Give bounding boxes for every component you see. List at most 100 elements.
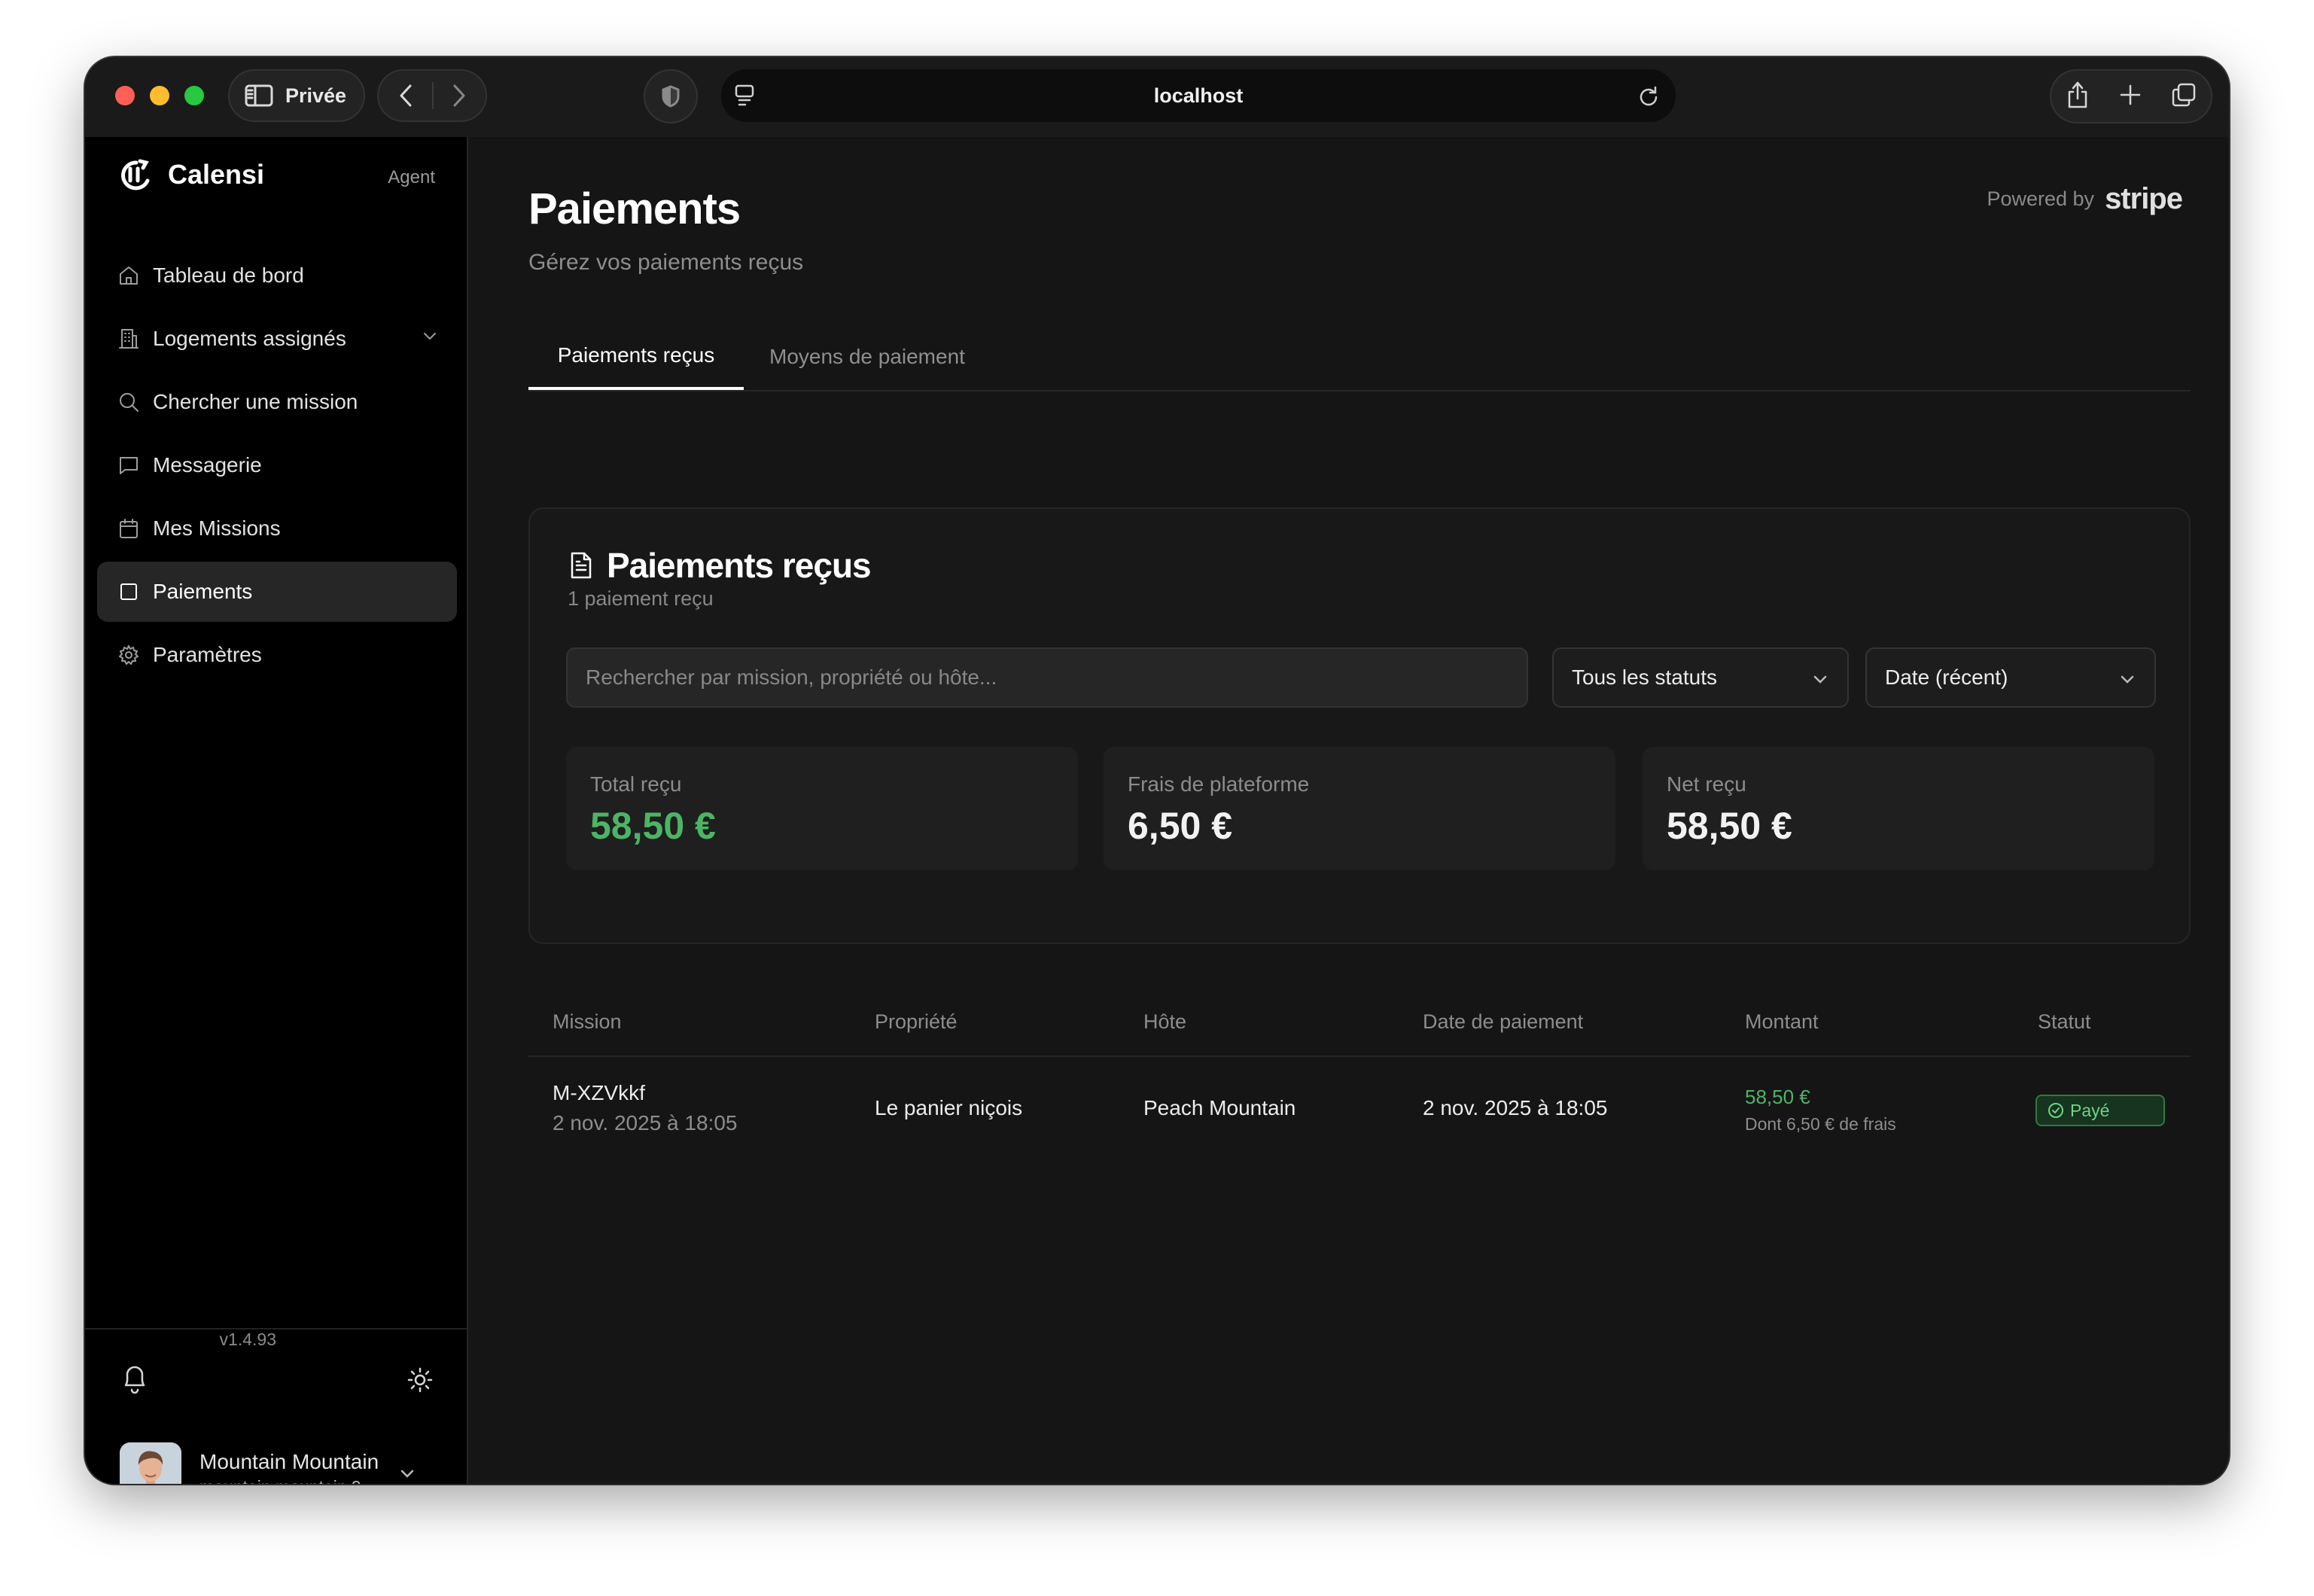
theme-toggle-button[interactable] <box>407 1367 433 1396</box>
sidebar-item-label: Paiements <box>153 580 253 603</box>
page-title: Paiements <box>528 184 741 233</box>
table-header: Mission Propriété Hôte Date de paiement … <box>528 988 2191 1057</box>
notifications-button[interactable] <box>120 1363 150 1400</box>
maximize-window-button[interactable] <box>184 86 204 105</box>
reload-icon[interactable] <box>1638 85 1659 106</box>
sidebar-item-payments[interactable]: Paiements <box>97 562 457 622</box>
sidebar-item-label: Paramètres <box>153 643 262 666</box>
column-header[interactable]: Statut <box>2038 1010 2091 1034</box>
tab-payment-methods[interactable]: Moyens de paiement <box>769 324 965 390</box>
avatar <box>120 1442 181 1484</box>
sidebar: Calensi Agent Tableau de bord Logements … <box>85 137 468 1484</box>
tabs-icon <box>2172 83 2195 106</box>
chevron-right-icon <box>453 84 465 107</box>
sidebar-item-search-mission[interactable]: Chercher une mission <box>97 372 457 432</box>
column-header[interactable]: Date de paiement <box>1423 1010 1583 1034</box>
status-filter-value: Tous les statuts <box>1572 666 1717 689</box>
user-info: Mountain Mountain mountain.mountain.9... <box>199 1450 379 1485</box>
card-title-text: Paiements reçus <box>607 546 872 585</box>
sidebar-item-label: Mes Missions <box>153 516 281 540</box>
document-icon <box>571 552 592 579</box>
back-button[interactable] <box>379 71 432 120</box>
sidebar-item-label: Chercher une mission <box>153 390 358 413</box>
check-circle-icon <box>2048 1103 2063 1118</box>
version-label: v1.4.93 <box>219 1329 276 1349</box>
stat-value: 6,50 € <box>1128 805 1233 847</box>
powered-by-stripe: Powered by stripe <box>1987 182 2183 216</box>
home-icon <box>120 267 138 285</box>
sidebar-icon <box>245 84 273 107</box>
close-window-button[interactable] <box>115 86 135 105</box>
chevron-down-icon <box>400 1470 414 1478</box>
sort-select[interactable]: Date (récent) <box>1865 647 2156 708</box>
column-header[interactable]: Mission <box>553 1010 622 1034</box>
share-icon <box>2069 81 2087 108</box>
amount: 58,50 € <box>1745 1086 1810 1108</box>
chevron-down-icon <box>1813 675 1827 684</box>
stat-label: Frais de plateforme <box>1128 772 1310 796</box>
brand[interactable]: Calensi <box>117 158 264 191</box>
sun-icon <box>407 1367 433 1393</box>
status-badge: Payé <box>2035 1095 2165 1126</box>
browser-window: Privée localhost Calensi Agent Tableau d… <box>85 57 2229 1484</box>
chevron-down-icon[interactable] <box>421 327 439 345</box>
calensi-logo-icon <box>121 159 150 190</box>
stat-label: Net reçu <box>1667 772 1746 796</box>
payment-date: 2 nov. 2025 à 18:05 <box>1423 1096 1608 1119</box>
square-icon <box>120 583 137 600</box>
page-settings-icon <box>735 84 754 106</box>
chevron-left-icon <box>400 84 411 107</box>
forward-button[interactable] <box>434 71 486 120</box>
bell-icon <box>124 1366 145 1394</box>
stat-net-received: Net reçu 58,50 € <box>1643 747 2154 870</box>
column-header[interactable]: Hôte <box>1143 1010 1186 1034</box>
brand-name: Calensi <box>168 159 265 190</box>
column-header[interactable]: Propriété <box>875 1010 958 1034</box>
window-actions <box>2050 69 2212 123</box>
powered-by-label: Powered by <box>1987 187 2095 210</box>
role-label: Agent <box>388 167 435 187</box>
sidebar-item-messages[interactable]: Messagerie <box>97 435 457 495</box>
main-content: Paiements Gérez vos paiements reçus Powe… <box>468 137 2229 1484</box>
sidebar-item-label: Tableau de bord <box>153 263 304 287</box>
message-icon <box>120 457 138 474</box>
card-title: Paiements reçus <box>569 545 872 586</box>
stat-value: 58,50 € <box>590 805 716 847</box>
user-menu[interactable]: Mountain Mountain mountain.mountain.9... <box>120 1442 416 1484</box>
column-header[interactable]: Montant <box>1745 1010 1819 1034</box>
sidebar-item-my-missions[interactable]: Mes Missions <box>97 498 457 559</box>
tab-overview-button[interactable] <box>2171 82 2197 111</box>
mission-date: 2 nov. 2025 à 18:05 <box>553 1111 738 1135</box>
new-tab-button[interactable] <box>2119 84 2142 110</box>
sidebar-item-dashboard[interactable]: Tableau de bord <box>97 245 457 306</box>
chevron-down-icon <box>2121 675 2134 684</box>
sidebar-item-label: Logements assignés <box>153 327 346 350</box>
sidebar-item-label: Messagerie <box>153 453 262 477</box>
gear-icon <box>119 645 139 665</box>
privacy-shield-button[interactable] <box>644 69 698 123</box>
calendar-icon <box>120 519 138 538</box>
address-bar[interactable]: localhost <box>721 69 1676 122</box>
sidebar-nav: Tableau de bord Logements assignés Cherc… <box>97 245 457 688</box>
card-subtitle: 1 paiement reçu <box>568 587 714 610</box>
mission-id: M-XZVkkf <box>553 1081 645 1104</box>
share-button[interactable] <box>2066 81 2090 113</box>
shield-icon <box>662 85 680 108</box>
stat-platform-fees: Frais de plateforme 6,50 € <box>1104 747 1615 870</box>
status-filter-select[interactable]: Tous les statuts <box>1552 647 1849 708</box>
table-row[interactable]: M-XZVkkf 2 nov. 2025 à 18:05 Le panier n… <box>528 1057 2191 1170</box>
payments-card: Paiements reçus 1 paiement reçu Tous les… <box>528 507 2191 944</box>
private-sidebar-button[interactable]: Privée <box>228 69 365 122</box>
property-name: Le panier niçois <box>875 1096 1023 1119</box>
sidebar-item-assigned-housing[interactable]: Logements assignés <box>97 309 457 369</box>
stat-total-received: Total reçu 58,50 € <box>566 747 1078 870</box>
minimize-window-button[interactable] <box>150 86 169 105</box>
search-icon <box>120 393 139 412</box>
user-name: Mountain Mountain <box>199 1449 379 1473</box>
host-name: Peach Mountain <box>1143 1096 1296 1119</box>
tab-payments-received[interactable]: Paiements reçus <box>528 324 744 390</box>
search-input[interactable] <box>566 647 1528 708</box>
sidebar-item-settings[interactable]: Paramètres <box>97 625 457 685</box>
url-text: localhost <box>1153 84 1244 107</box>
private-label: Privée <box>285 84 347 107</box>
